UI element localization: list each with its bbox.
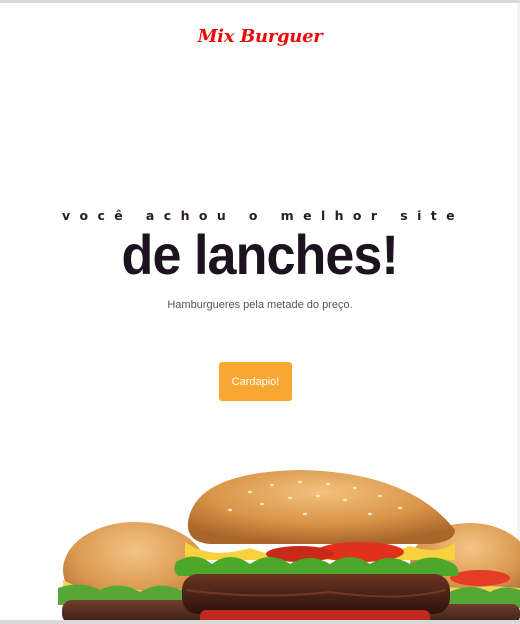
burger-center	[174, 470, 459, 624]
window-top-border	[0, 0, 520, 3]
hero-tagline: você achou o melhor site	[61, 208, 465, 223]
hero-headline: de lanches!	[121, 223, 399, 286]
window-bottom-border	[0, 620, 520, 624]
menu-button[interactable]: Cardapio!	[219, 362, 292, 401]
hero-subtitle: Hamburgueres pela metade do preço.	[167, 299, 353, 311]
burger-image	[58, 470, 520, 624]
brand-logo[interactable]: Mix Burguer	[0, 26, 520, 47]
